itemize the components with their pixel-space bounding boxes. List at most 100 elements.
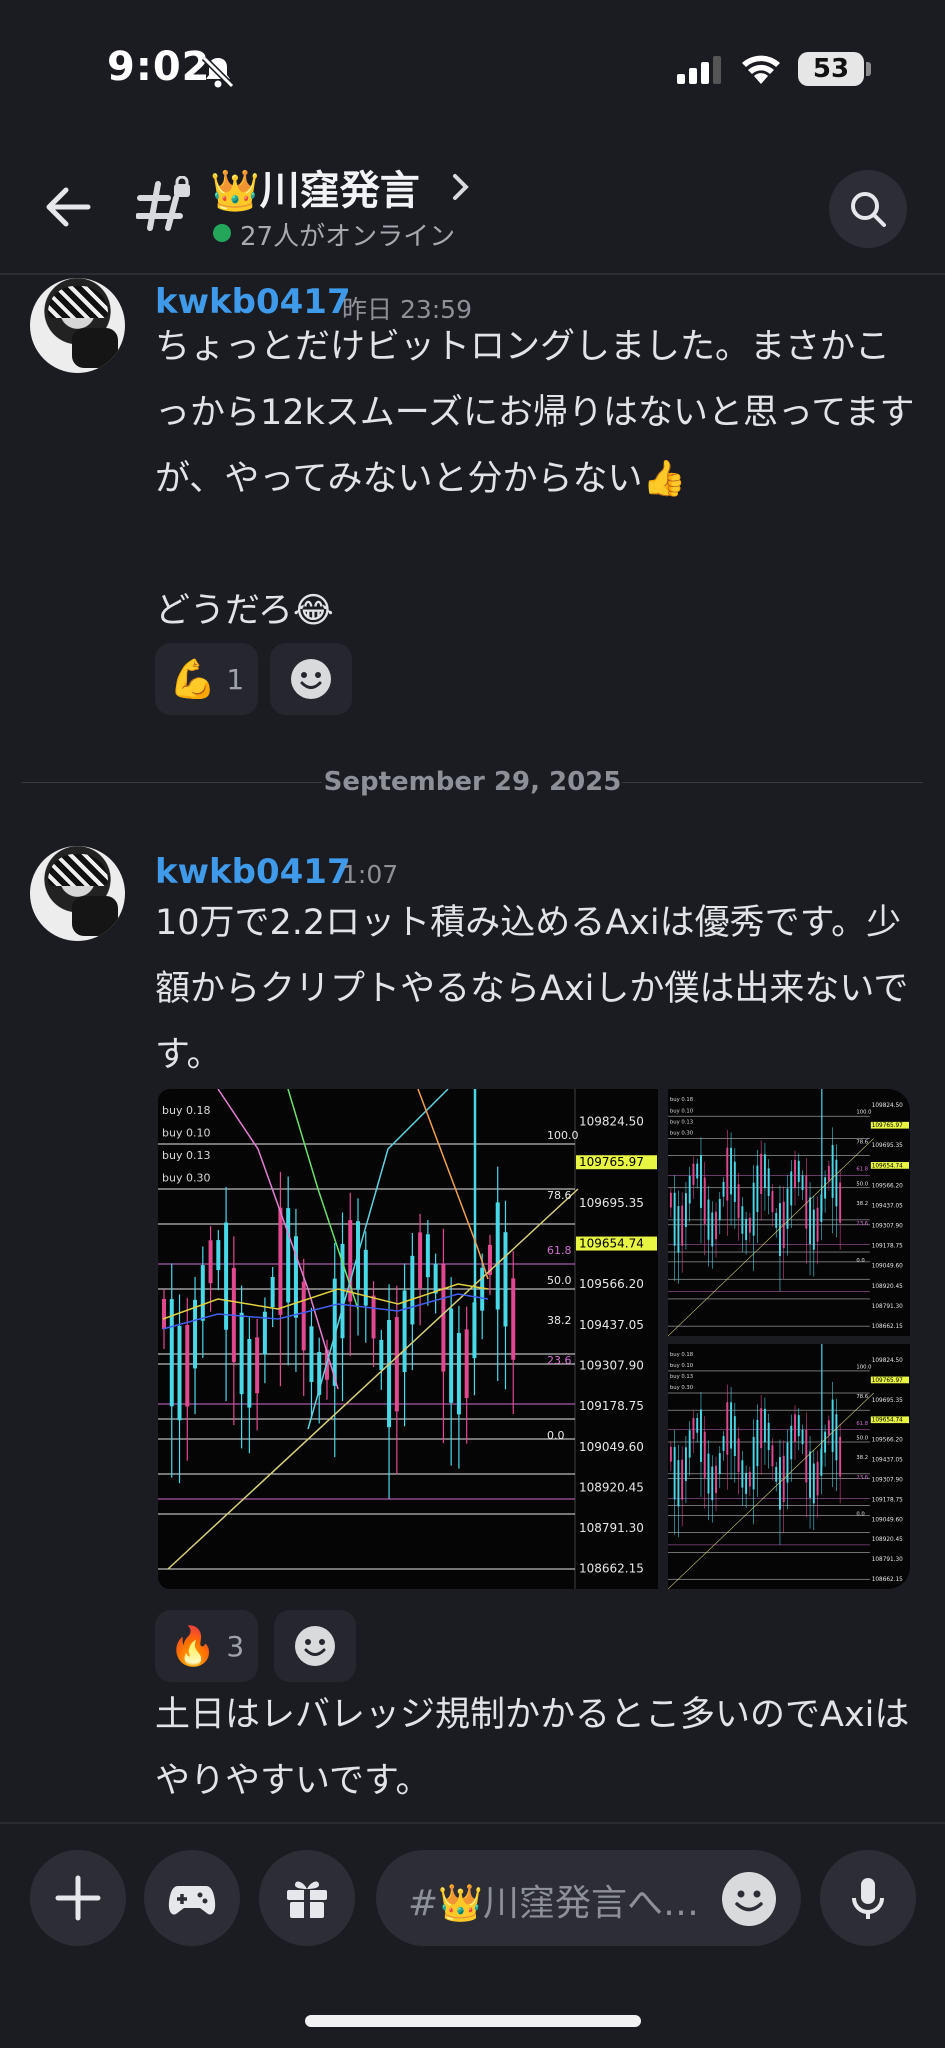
chart-image-attachment[interactable]: 109824.50 109765.97 109695.35 109654.74 1095…: [668, 1344, 910, 1589]
status-bar: 9:02 53: [0, 0, 945, 130]
price-axis-label: 109765.97: [579, 1155, 644, 1169]
attach-button[interactable]: [30, 1850, 126, 1946]
fib-level-label: 61.8: [547, 1244, 572, 1257]
bell-muted-icon: [201, 55, 235, 89]
fib-level-label: 38.2: [856, 1201, 868, 1207]
voice-message-button[interactable]: [820, 1850, 916, 1946]
message-input-placeholder: #👑川窪発言へ…: [408, 1883, 699, 1924]
gift-button[interactable]: [259, 1850, 355, 1946]
price-axis-label: 108662.15: [579, 1562, 644, 1576]
emoji-picker-button[interactable]: [722, 1872, 776, 1926]
order-label: buy 0.18: [670, 1352, 693, 1358]
order-label: buy 0.30: [162, 1172, 210, 1185]
chart-image-attachment[interactable]: 109824.50 109765.97 109695.35 109654.74 1095…: [158, 1089, 658, 1589]
reaction-count: 3: [226, 1629, 245, 1663]
date-divider: September 29, 2025: [22, 767, 923, 797]
price-axis-label: 109307.90: [579, 1358, 644, 1372]
battery-nub: [866, 62, 871, 76]
fib-level-label: 61.8: [856, 1167, 868, 1173]
date-divider-label: September 29, 2025: [323, 767, 622, 797]
online-indicator: [213, 224, 231, 242]
price-axis-label: 109695.35: [579, 1196, 644, 1210]
fib-level-label: 50.0: [547, 1274, 572, 1287]
fib-level-label: 38.2: [547, 1314, 572, 1327]
chart-image-attachment[interactable]: 109824.50 109765.97 109695.35 109654.74 1095…: [668, 1089, 910, 1336]
order-label: buy 0.18: [670, 1097, 693, 1103]
gamepad-icon: [168, 1886, 216, 1915]
price-axis-label: 109307.90: [872, 1224, 903, 1230]
message-timestamp: 1:07: [342, 860, 399, 889]
price-axis-label: 109654.74: [872, 1163, 903, 1169]
order-label: buy 0.10: [670, 1363, 693, 1369]
price-axis-label: 109178.75: [872, 1244, 903, 1250]
user-avatar[interactable]: [30, 846, 125, 941]
price-axis-label: 108920.45: [872, 1537, 903, 1543]
user-avatar[interactable]: [30, 278, 125, 373]
add-reaction-button[interactable]: [274, 1610, 356, 1682]
order-label: buy 0.13: [670, 1119, 693, 1125]
order-label: buy 0.10: [670, 1108, 693, 1114]
price-axis-label: 109824.50: [872, 1358, 903, 1364]
fib-level-label: 0.0: [547, 1429, 565, 1442]
price-axis-label: 109566.20: [872, 1183, 903, 1189]
price-axis-label: 109049.60: [579, 1440, 644, 1454]
price-axis-label: 108791.30: [872, 1557, 903, 1563]
fib-level-label: 23.6: [856, 1221, 868, 1227]
message-text: ちょっとだけビットロングしました。まさかこっから12kスムーズにお帰りはないと思…: [155, 327, 915, 631]
locked-channel-hash-icon: [136, 176, 190, 231]
message-text: 10万で2.2ロット積み込めるAxiは優秀です。少額からクリプトやるならAxiし…: [155, 903, 909, 1075]
home-indicator: [305, 2015, 641, 2027]
price-axis-label: 109437.05: [872, 1458, 903, 1464]
message-input[interactable]: #👑川窪発言へ…: [376, 1850, 801, 1946]
smiley-icon: [291, 659, 331, 699]
chevron-right-icon[interactable]: [450, 172, 472, 202]
price-axis-label: 109765.97: [872, 1123, 903, 1129]
order-label: buy 0.13: [162, 1149, 210, 1162]
price-axis-label: 109178.75: [579, 1399, 644, 1413]
fib-level-label: 23.6: [547, 1354, 572, 1367]
price-axis-label: 109049.60: [872, 1517, 903, 1523]
price-axis-label: 109437.05: [872, 1203, 903, 1209]
trading-chart-graphic: 109824.50 109765.97 109695.35 109654.74 1095…: [668, 1344, 909, 1589]
fib-level-label: 50.0: [856, 1436, 868, 1442]
order-label: buy 0.18: [162, 1104, 210, 1117]
price-axis-label: 109824.50: [579, 1115, 644, 1129]
price-axis-label: 109178.75: [872, 1497, 903, 1503]
price-axis-label: 108920.45: [872, 1284, 903, 1290]
battery-level: 53: [798, 52, 864, 86]
price-axis-label: 109765.97: [872, 1378, 903, 1384]
add-reaction-button[interactable]: [270, 643, 352, 715]
fib-level-label: 100.0: [547, 1129, 579, 1142]
activities-button[interactable]: [144, 1850, 240, 1946]
fib-level-label: 100.0: [856, 1110, 871, 1116]
price-axis-label: 109695.35: [872, 1398, 903, 1404]
price-axis-label: 109824.50: [872, 1103, 903, 1109]
reaction-chip[interactable]: 💪 1: [155, 643, 259, 715]
gift-icon: [287, 1881, 327, 1918]
fib-level-label: 61.8: [856, 1421, 868, 1427]
fib-level-label: 78.6: [856, 1394, 868, 1400]
microphone-icon: [852, 1878, 884, 1919]
price-axis-label: 109307.90: [872, 1477, 903, 1483]
fib-level-label: 78.6: [547, 1189, 572, 1202]
fib-level-label: 100.0: [856, 1365, 871, 1371]
trading-chart-graphic: 109824.50 109765.97 109695.35 109654.74 1095…: [158, 1089, 657, 1589]
price-axis-label: 108791.30: [579, 1521, 644, 1535]
price-axis-label: 109437.05: [579, 1318, 644, 1332]
price-axis-label: 108791.30: [872, 1304, 903, 1310]
fib-level-label: 0.0: [856, 1512, 864, 1518]
price-axis-label: 108920.45: [579, 1480, 644, 1494]
trading-chart-graphic: 109824.50 109765.97 109695.35 109654.74 1095…: [668, 1089, 909, 1336]
reaction-count: 1: [226, 662, 245, 696]
order-label: buy 0.13: [670, 1374, 693, 1380]
online-count: 27人がオンライン: [240, 222, 456, 252]
search-button[interactable]: [829, 170, 907, 248]
back-arrow-icon[interactable]: [40, 180, 94, 234]
fib-level-label: 78.6: [856, 1139, 868, 1145]
channel-title[interactable]: 👑川窪発言: [210, 158, 420, 216]
reaction-chip[interactable]: 🔥 3: [155, 1610, 259, 1682]
smiley-icon: [735, 1890, 763, 1912]
fib-level-label: 0.0: [856, 1258, 864, 1264]
message-username[interactable]: kwkb0417: [155, 852, 351, 892]
price-axis-label: 108662.15: [872, 1577, 903, 1583]
